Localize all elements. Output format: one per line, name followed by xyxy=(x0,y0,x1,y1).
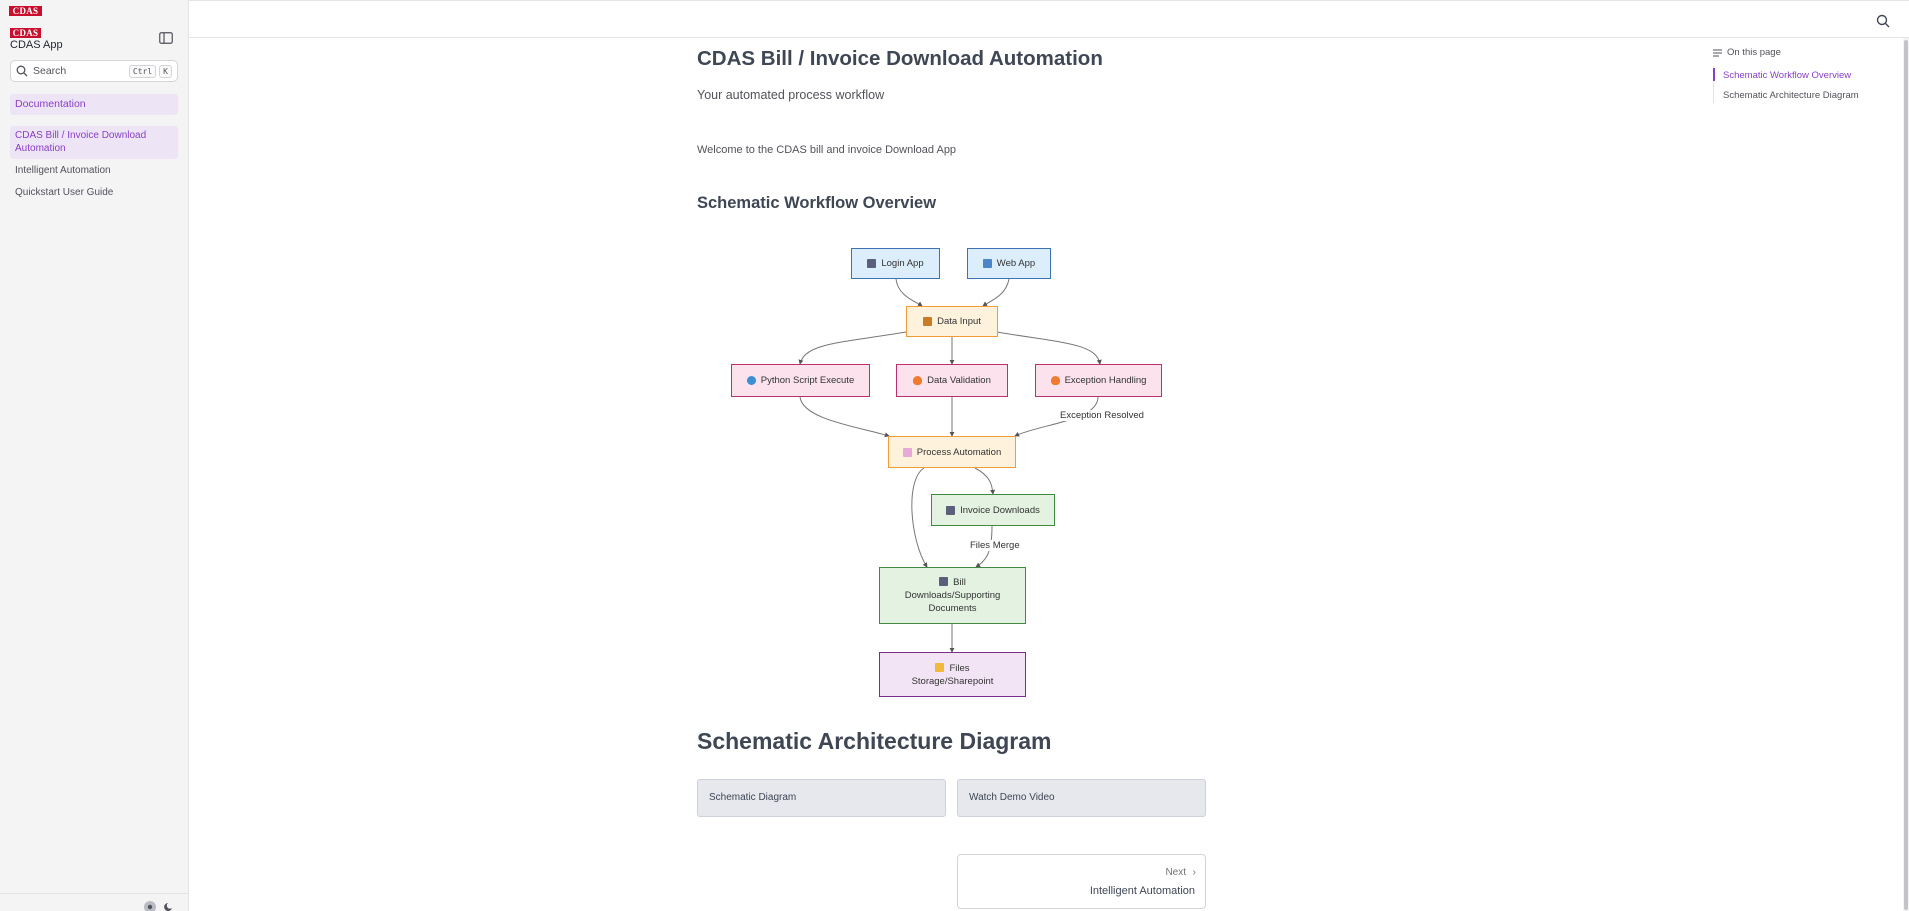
globe-icon xyxy=(746,376,756,385)
node-label: Invoice Downloads xyxy=(960,504,1040,516)
node-bill-downloads: Bill Downloads/Supporting Documents xyxy=(879,567,1026,624)
nav-section-documentation[interactable]: Documentation xyxy=(10,94,178,115)
toc-heading: On this page xyxy=(1713,47,1781,58)
search-icon[interactable] xyxy=(1876,14,1890,28)
toc-active-indicator xyxy=(1713,68,1715,81)
node-label: Files xyxy=(949,662,970,674)
page-subtitle: Your automated process workflow xyxy=(697,88,885,102)
search-icon xyxy=(16,65,28,77)
edge-python-process xyxy=(799,396,890,438)
node-label: Login App xyxy=(881,258,924,269)
page-scrollbar[interactable] xyxy=(1903,38,1909,911)
next-label: Next xyxy=(1165,867,1186,878)
node-label: Bill xyxy=(953,577,966,588)
node-label: Exception Handling xyxy=(1064,375,1147,386)
node-login-app: Login App xyxy=(851,248,940,279)
inbox-tray-icon xyxy=(923,317,933,326)
sidebar-collapse-icon[interactable] xyxy=(159,32,173,44)
edge-process-invoice xyxy=(974,467,996,495)
node-invoice-downloads: Invoice Downloads xyxy=(931,494,1055,526)
chevron-right-icon: › xyxy=(1192,867,1196,878)
edge-label-files-merge: Files Merge xyxy=(968,540,1022,551)
sidebar-item-cdas-bill-invoice[interactable]: CDAS Bill / Invoice Download Automation xyxy=(10,126,178,159)
node-python-script: Python Script Execute xyxy=(731,364,870,397)
node-web-app: Web App xyxy=(967,248,1051,279)
node-label-line-2: Downloads/Supporting xyxy=(904,590,1001,601)
shortcut-ctrl: Ctrl xyxy=(128,64,157,78)
flame-icon xyxy=(913,376,923,385)
next-page-title: Intelligent Automation xyxy=(1089,885,1195,897)
node-files-storage: Files Storage/Sharepoint xyxy=(879,652,1026,697)
node-label-line-1: Bill xyxy=(939,576,966,589)
cdas-logo[interactable]: CDAS xyxy=(9,6,42,16)
node-label: Web App xyxy=(996,258,1036,269)
node-data-validation: Data Validation xyxy=(896,364,1008,397)
node-label-line-1: Files xyxy=(935,662,970,675)
sidebar-item-quickstart[interactable]: Quickstart User Guide xyxy=(15,187,113,198)
node-data-input: Data Input xyxy=(906,306,998,337)
schematic-diagram-button[interactable]: Schematic Diagram xyxy=(697,779,946,817)
chart-icon xyxy=(902,447,912,457)
search-placeholder: Search xyxy=(33,65,67,77)
scrollbar-thumb[interactable] xyxy=(1904,40,1908,910)
node-label: Data Input xyxy=(937,316,981,327)
edge-datainput-exception xyxy=(996,331,1102,365)
node-label-line-2: Storage/Sharepoint xyxy=(911,675,994,687)
list-icon xyxy=(1713,49,1722,56)
toc-item-workflow-overview[interactable]: Schematic Workflow Overview xyxy=(1723,70,1851,81)
cdas-logo-small[interactable]: CDAS xyxy=(10,28,41,38)
node-label: Process Automation xyxy=(916,446,1002,458)
book-icon xyxy=(946,505,956,515)
edge-login-datainput xyxy=(895,278,923,307)
welcome-text: Welcome to the CDAS bill and invoice Dow… xyxy=(697,144,957,156)
node-label-line-3: Documents xyxy=(928,603,977,614)
search-input[interactable]: Search Ctrl K xyxy=(10,60,178,82)
sidebar: CDAS CDAS CDAS App Search Ctrl K Documen… xyxy=(0,0,189,911)
folder-icon xyxy=(935,662,945,672)
node-exception-handling: Exception Handling xyxy=(1035,364,1162,397)
top-bar xyxy=(189,0,1909,38)
book-icon xyxy=(939,577,949,586)
watch-demo-video-button[interactable]: Watch Demo Video xyxy=(957,779,1206,817)
globe-window-icon xyxy=(982,259,992,268)
sidebar-item-intelligent-automation[interactable]: Intelligent Automation xyxy=(15,165,111,176)
page-title: CDAS Bill / Invoice Download Automation xyxy=(697,47,1103,70)
app-name: CDAS App xyxy=(10,39,63,51)
flame-icon xyxy=(1050,376,1060,385)
toc-item-architecture-diagram[interactable]: Schematic Architecture Diagram xyxy=(1723,90,1859,101)
node-label: Python Script Execute xyxy=(760,375,855,386)
heading-schematic-architecture: Schematic Architecture Diagram xyxy=(697,728,1052,754)
edge-datainput-python xyxy=(798,331,907,365)
book-icon xyxy=(867,259,877,268)
edge-web-datainput xyxy=(982,278,1010,307)
heading-schematic-workflow: Schematic Workflow Overview xyxy=(697,194,937,212)
node-label: Data Validation xyxy=(927,375,991,386)
next-page-link[interactable]: Next › Intelligent Automation xyxy=(957,854,1206,909)
theme-toggle[interactable] xyxy=(141,900,177,911)
shortcut-k: K xyxy=(159,64,172,78)
edge-label-exception-resolved: Exception Resolved xyxy=(1058,410,1146,421)
node-process-automation: Process Automation xyxy=(888,436,1016,468)
toc-heading-text: On this page xyxy=(1727,47,1781,58)
edge-process-bill xyxy=(911,467,928,568)
